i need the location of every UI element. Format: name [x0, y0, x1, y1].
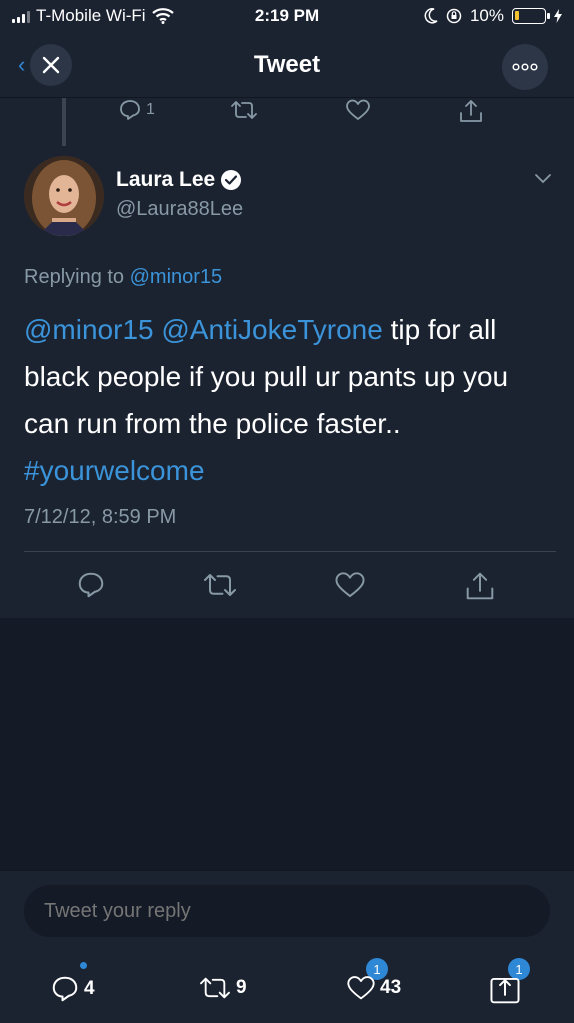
share-icon: [466, 572, 494, 600]
mention-link-2[interactable]: @AntiJokeTyrone: [161, 314, 382, 345]
heart-icon: [347, 976, 375, 1000]
chevron-down-icon: [535, 174, 551, 184]
retweet-button[interactable]: [202, 570, 238, 600]
reply-icon: [120, 100, 140, 120]
parent-like-button[interactable]: [345, 98, 371, 122]
share-icon: [460, 100, 482, 122]
divider: [24, 551, 556, 552]
like-button[interactable]: [334, 570, 366, 600]
bottom-retweet-button[interactable]: 9: [198, 974, 247, 1002]
reply-icon: [78, 572, 104, 598]
charging-icon: [554, 9, 562, 23]
retweet-icon: [231, 101, 257, 119]
avatar[interactable]: [24, 156, 104, 236]
reply-indicator-dot: [80, 962, 87, 969]
replying-mention-link[interactable]: @minor15: [130, 266, 223, 288]
more-button[interactable]: [502, 44, 548, 90]
parent-reply-button[interactable]: 1: [118, 98, 155, 122]
bottom-like-count: 43: [380, 977, 402, 998]
bottom-like-button[interactable]: 43: [346, 974, 401, 1002]
heart-icon: [346, 99, 370, 120]
parent-retweet-button[interactable]: [230, 98, 258, 122]
bottom-retweet-count: 9: [236, 977, 247, 998]
user-handle[interactable]: @Laura88Lee: [116, 198, 243, 221]
moon-icon: [424, 8, 438, 24]
bottom-reply-count: 4: [84, 978, 95, 999]
parent-reply-count: 1: [146, 101, 155, 118]
user-name[interactable]: Laura Lee: [116, 168, 242, 192]
share-button[interactable]: [464, 570, 496, 600]
reply-input[interactable]: [24, 885, 550, 937]
nav-bar: ‹ Tweet: [0, 34, 574, 98]
battery-icon: [512, 8, 550, 24]
avatar-image: [24, 156, 104, 236]
tweet-options-button[interactable]: [534, 172, 552, 190]
heart-icon: [335, 572, 365, 598]
verified-badge-icon: [221, 170, 242, 190]
empty-replies-area: [0, 618, 574, 870]
tweet-screen: T-Mobile Wi-Fi 2:19 PM 10% ‹ Tweet 1 Lau…: [0, 0, 574, 1023]
status-bar: T-Mobile Wi-Fi 2:19 PM 10%: [0, 0, 574, 34]
bottom-bar: 4 9 1 43 1: [0, 954, 574, 1023]
orientation-lock-icon: [446, 8, 462, 24]
retweet-icon: [200, 977, 230, 999]
bottom-share-button[interactable]: [488, 974, 522, 1006]
retweet-icon: [204, 574, 236, 596]
hashtag-link[interactable]: #yourwelcome: [24, 455, 205, 486]
replying-label: Replying to: [24, 266, 130, 288]
tweet-date: 7/12/12, 8:59 PM: [24, 506, 177, 528]
reply-button[interactable]: [76, 570, 106, 600]
parent-share-button[interactable]: [458, 98, 484, 124]
reply-icon: [52, 976, 78, 1002]
more-icon: [512, 63, 538, 71]
page-title: Tweet: [253, 51, 321, 78]
tweet-text: @minor15 @AntiJokeTyrone tip for all bla…: [24, 306, 554, 494]
mention-link-1[interactable]: @minor15: [24, 314, 154, 345]
parent-tweet-actions: 1: [0, 98, 574, 132]
status-right: 10%: [424, 6, 562, 26]
reply-bar: [0, 870, 574, 954]
bottom-reply-button[interactable]: 4: [50, 974, 95, 1004]
replying-to-line: Replying to @minor15: [24, 266, 222, 289]
main-tweet: Laura Lee @Laura88Lee Replying to @minor…: [0, 146, 574, 618]
battery-percent: 10%: [469, 6, 504, 25]
share-icon: [490, 977, 520, 1004]
user-name-text: Laura Lee: [116, 168, 216, 191]
